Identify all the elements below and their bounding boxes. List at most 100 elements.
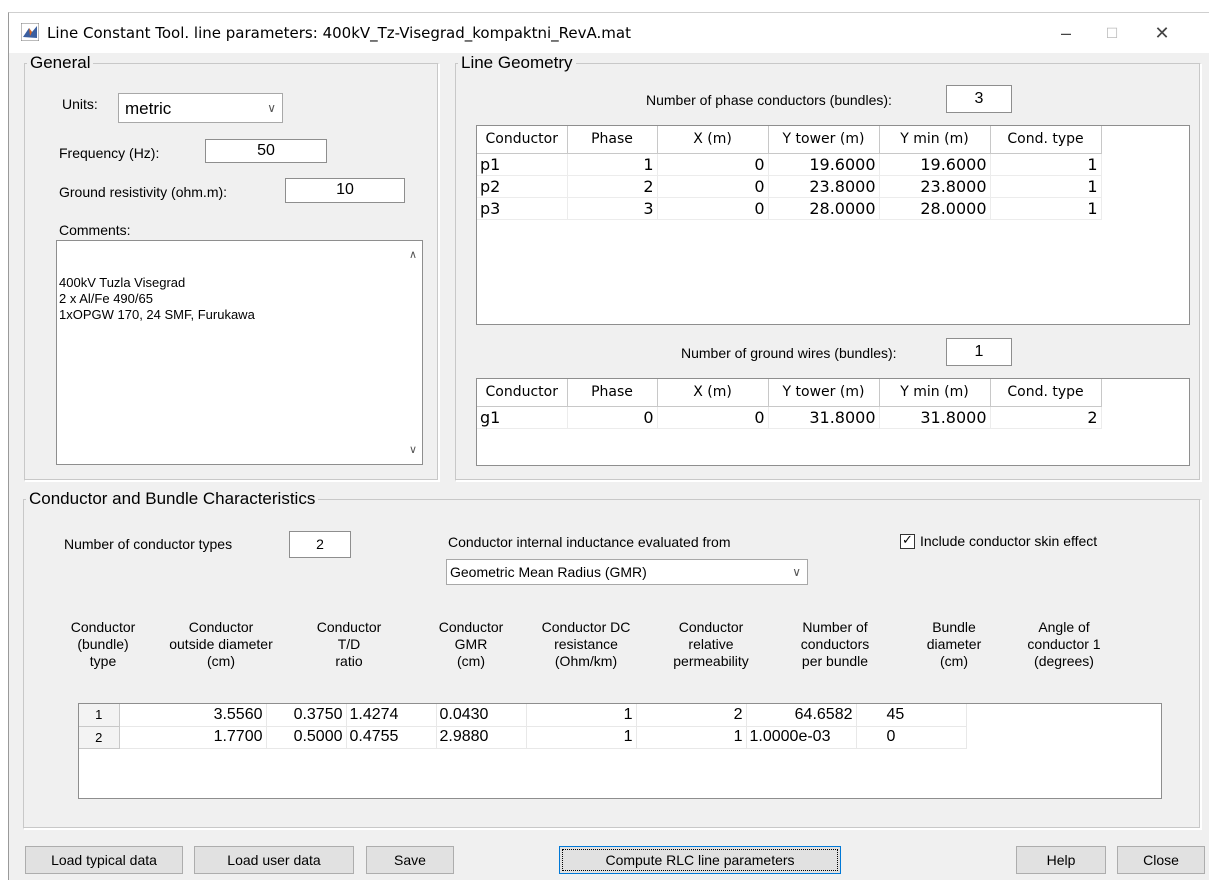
ground-wire-count-label: Number of ground wires (bundles): (681, 345, 897, 361)
ground-resistivity-field[interactable]: 10 (285, 178, 405, 203)
col-header-conductor: Conductor (477, 126, 568, 154)
conductor-types-table[interactable]: 1 3.5560 0.3750 1.4274 0.0430 1 2 64.658… (78, 703, 1162, 799)
table-cell[interactable]: 19.6000 (879, 153, 991, 176)
table-cell[interactable]: 3 (567, 197, 658, 220)
table-cell[interactable]: 28.0000 (768, 197, 880, 220)
chevron-down-icon: ∨ (267, 101, 276, 115)
save-button[interactable]: Save (366, 846, 454, 874)
col-header-ymin: Y min (m) (879, 379, 991, 407)
table-cell[interactable]: 1 (990, 175, 1102, 198)
table-cell[interactable]: 0 (567, 406, 658, 429)
table-cell[interactable]: 45 (856, 704, 967, 727)
table-cell[interactable]: 0.3750 (266, 704, 347, 727)
matlab-icon (21, 23, 39, 41)
table-cell[interactable]: 0 (657, 153, 769, 176)
comments-label: Comments: (59, 222, 131, 238)
table-cell[interactable]: 1 (636, 726, 747, 749)
general-panel-title: General (27, 53, 94, 73)
scroll-down-icon[interactable]: ∨ (404, 442, 422, 458)
close-button[interactable]: Close (1117, 846, 1205, 874)
table-cell[interactable]: 0 (657, 197, 769, 220)
table-row[interactable]: 1 3.5560 0.3750 1.4274 0.0430 1 2 64.658… (79, 704, 967, 727)
table-cell[interactable]: 0 (657, 406, 769, 429)
table-cell[interactable]: 1 (567, 153, 658, 176)
table-row[interactable]: p2 2 0 23.8000 23.8000 1 (477, 175, 1102, 198)
maximize-button[interactable]: ☐ (1089, 13, 1135, 53)
table-cell[interactable]: 1 (526, 726, 637, 749)
frequency-field[interactable]: 50 (205, 139, 327, 163)
table-cell[interactable]: 0 (657, 175, 769, 198)
table-header-row: Conductor Phase X (m) Y tower (m) Y min … (477, 379, 1102, 407)
col-header-gmr: Conductor GMR (cm) (421, 619, 521, 670)
minimize-button[interactable]: – (1043, 13, 1089, 53)
col-header-outside-diameter: Conductor outside diameter (cm) (151, 619, 291, 670)
table-cell[interactable]: 23.8000 (768, 175, 880, 198)
col-header-text: Conductor T/D ratio (316, 619, 382, 669)
units-label: Units: (62, 96, 98, 112)
skin-effect-checkbox[interactable]: ✓ (900, 532, 915, 549)
phase-count-label: Number of phase conductors (bundles): (646, 92, 892, 108)
inductance-method-dropdown[interactable]: Geometric Mean Radius (GMR) ∨ (446, 559, 808, 585)
row-number[interactable]: 2 (79, 726, 120, 749)
conductor-types-grid: 1 3.5560 0.3750 1.4274 0.0430 1 2 64.658… (79, 704, 967, 749)
col-header-conductor: Conductor (477, 379, 568, 407)
table-cell[interactable]: 1.0000e-03 (746, 726, 857, 749)
scroll-up-icon[interactable]: ∧ (404, 247, 422, 263)
phase-count-field[interactable]: 3 (946, 85, 1012, 113)
compute-rlc-button[interactable]: Compute RLC line parameters (559, 846, 841, 874)
line-constant-tool-window: Line Constant Tool. line parameters: 400… (8, 12, 1209, 880)
units-dropdown[interactable]: metric ∨ (118, 93, 283, 123)
comments-textarea[interactable]: 400kV Tuzla Visegrad 2 x Al/Fe 490/65 1x… (56, 240, 423, 465)
table-cell[interactable]: 2 (990, 406, 1102, 429)
table-cell[interactable]: 2 (636, 704, 747, 727)
table-cell[interactable]: 1.7700 (119, 726, 267, 749)
conductor-types-field[interactable]: 2 (289, 531, 351, 558)
close-window-button[interactable]: ✕ (1139, 13, 1185, 53)
table-cell[interactable]: 2 (567, 175, 658, 198)
table-cell[interactable]: 0 (856, 726, 967, 749)
table-cell[interactable]: 1 (990, 197, 1102, 220)
table-cell[interactable]: p1 (477, 153, 568, 176)
table-cell[interactable]: g1 (477, 406, 568, 429)
table-cell[interactable]: 19.6000 (768, 153, 880, 176)
help-button[interactable]: Help (1016, 846, 1106, 874)
col-header-angle: Angle of conductor 1 (degrees) (1014, 619, 1114, 670)
inductance-method-value: Geometric Mean Radius (GMR) (450, 564, 647, 580)
col-header-dc-resistance: Conductor DC resistance (Ohm/km) (531, 619, 641, 670)
load-user-data-button[interactable]: Load user data (194, 846, 354, 874)
table-cell[interactable]: 64.6582 (746, 704, 857, 727)
ground-wire-count-field[interactable]: 1 (946, 338, 1012, 366)
col-header-condtype: Cond. type (990, 379, 1102, 407)
col-header-text: Conductor GMR (cm) (438, 619, 504, 669)
phase-conductor-table[interactable]: Conductor Phase X (m) Y tower (m) Y min … (476, 125, 1190, 325)
ground-table-grid: Conductor Phase X (m) Y tower (m) Y min … (477, 379, 1102, 429)
col-header-ytower: Y tower (m) (768, 379, 880, 407)
table-cell[interactable]: 0.4755 (346, 726, 437, 749)
table-cell[interactable]: p3 (477, 197, 568, 220)
table-row[interactable]: p3 3 0 28.0000 28.0000 1 (477, 197, 1102, 220)
table-row[interactable]: p1 1 0 19.6000 19.6000 1 (477, 153, 1102, 176)
load-typical-data-button[interactable]: Load typical data (25, 846, 183, 874)
table-cell[interactable]: p2 (477, 175, 568, 198)
title-bar: Line Constant Tool. line parameters: 400… (9, 13, 1209, 53)
table-cell[interactable]: 28.0000 (879, 197, 991, 220)
table-cell[interactable]: 31.8000 (879, 406, 991, 429)
table-cell[interactable]: 0.0430 (436, 704, 527, 727)
table-cell[interactable]: 1.4274 (346, 704, 437, 727)
table-cell[interactable]: 2.9880 (436, 726, 527, 749)
col-header-phase: Phase (567, 379, 658, 407)
table-row[interactable]: 2 1.7700 0.5000 0.4755 2.9880 1 1 1.0000… (79, 726, 967, 749)
table-cell[interactable]: 1 (990, 153, 1102, 176)
table-cell[interactable]: 1 (526, 704, 637, 727)
col-header-text: Number of conductors per bundle (800, 619, 870, 669)
table-cell[interactable]: 3.5560 (119, 704, 267, 727)
chevron-down-icon: ∨ (792, 565, 801, 579)
col-header-x: X (m) (657, 379, 769, 407)
comments-scrollbar[interactable]: ∧ ∨ (404, 241, 422, 464)
table-cell[interactable]: 31.8000 (768, 406, 880, 429)
table-cell[interactable]: 23.8000 (879, 175, 991, 198)
ground-wire-table[interactable]: Conductor Phase X (m) Y tower (m) Y min … (476, 378, 1190, 466)
row-number[interactable]: 1 (79, 704, 120, 727)
table-row[interactable]: g1 0 0 31.8000 31.8000 2 (477, 406, 1102, 429)
table-cell[interactable]: 0.5000 (266, 726, 347, 749)
